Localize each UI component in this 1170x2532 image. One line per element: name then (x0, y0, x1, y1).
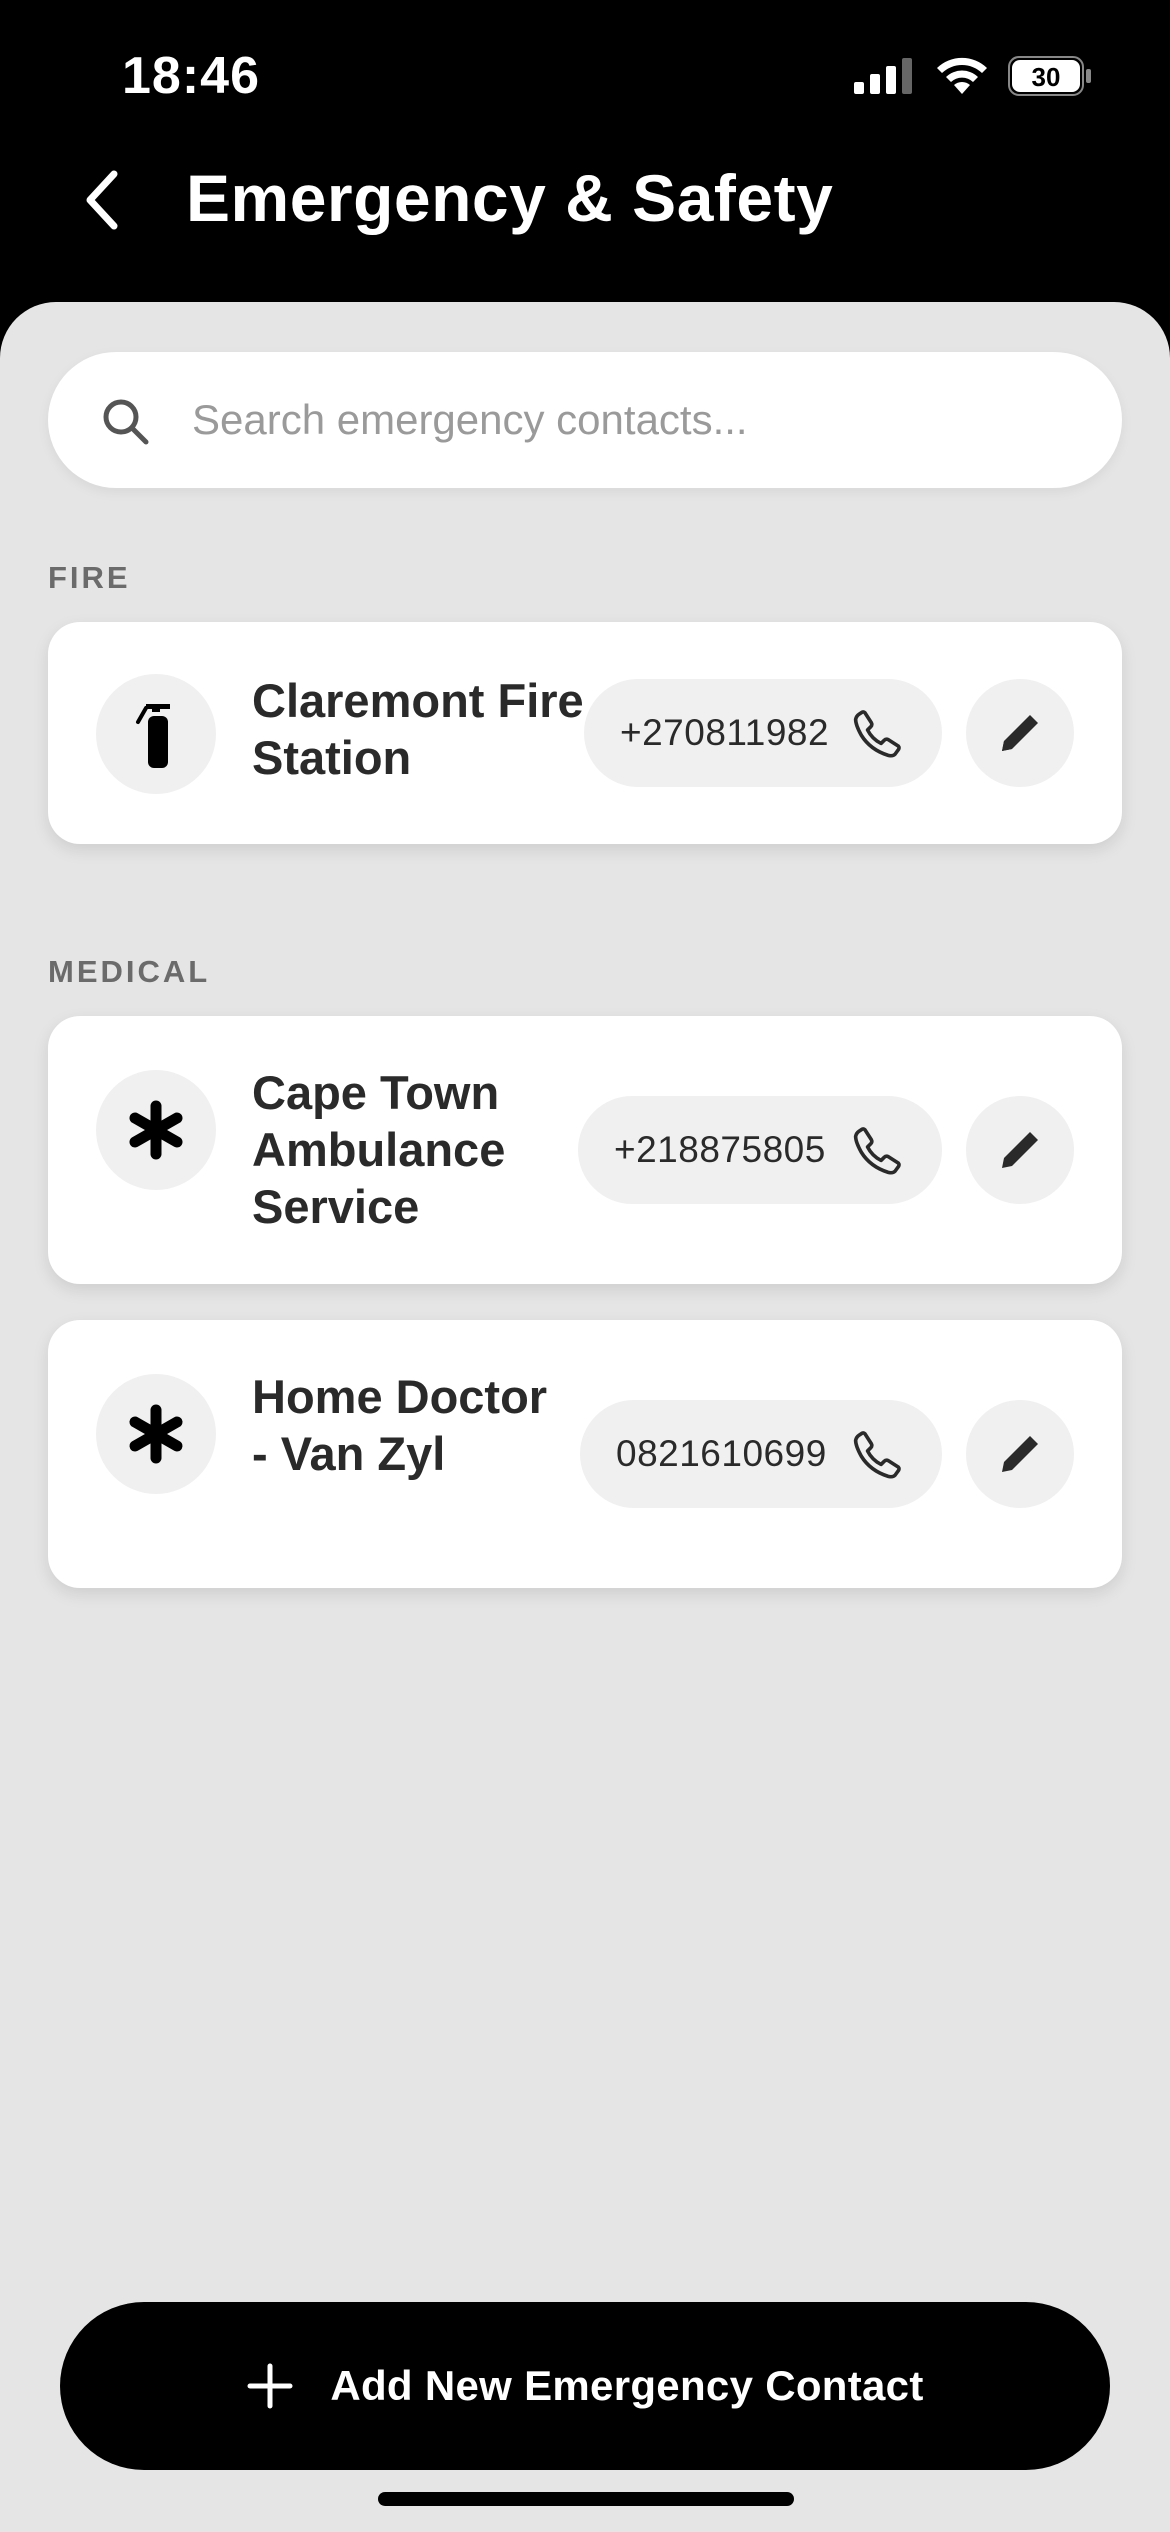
section-label-fire: FIRE (48, 560, 131, 595)
contact-icon-badge (96, 1374, 216, 1494)
contact-card[interactable]: Cape Town Ambulance Service +218875805 (48, 1016, 1122, 1284)
fire-extinguisher-icon (136, 704, 170, 768)
contact-name: Cape Town Ambulance Service (252, 1066, 506, 1233)
search-icon (103, 399, 149, 445)
edit-button[interactable] (966, 679, 1074, 787)
wifi-icon (937, 57, 987, 94)
contact-icon-badge (96, 1070, 216, 1190)
contact-card[interactable]: Home Doctor - Van Zyl 0821610699 (48, 1320, 1122, 1588)
status-time: 18:46 (122, 47, 260, 105)
cellular-signal-icon (854, 58, 912, 94)
pencil-icon (1002, 1436, 1038, 1472)
edit-button[interactable] (966, 1400, 1074, 1508)
main-content: FIRE Claremont Fire Station +270811982 M… (0, 302, 1170, 2532)
battery-level: 30 (1032, 62, 1061, 92)
contact-name: Claremont Fire Station (252, 674, 584, 784)
search-input[interactable] (192, 380, 1072, 460)
edit-button[interactable] (966, 1096, 1074, 1204)
back-button[interactable] (76, 164, 132, 236)
search-bar[interactable] (48, 352, 1122, 488)
battery-indicator: 30 (1008, 56, 1092, 96)
add-contact-label: Add New Emergency Contact (330, 2362, 924, 2409)
call-button[interactable]: 0821610699 (580, 1400, 942, 1508)
section-label-medical: MEDICAL (48, 954, 211, 989)
phone-icon (853, 1431, 901, 1479)
phone-number: +270811982 (620, 712, 830, 753)
phone-icon (853, 1127, 901, 1175)
page-title: Emergency & Safety (186, 161, 834, 235)
medical-asterisk-icon (129, 1404, 183, 1464)
battery-icon: 30 (1008, 56, 1091, 96)
plus-icon (247, 2363, 293, 2409)
contact-card[interactable]: Claremont Fire Station +270811982 (48, 622, 1122, 844)
contact-icon-badge (96, 674, 216, 794)
phone-number: +218875805 (614, 1129, 826, 1170)
pencil-icon (1002, 1132, 1038, 1168)
home-indicator (378, 2492, 794, 2506)
phone-number: 0821610699 (616, 1433, 827, 1474)
medical-asterisk-icon (129, 1100, 183, 1160)
contact-name: Home Doctor - Van Zyl (252, 1370, 548, 1480)
pencil-icon (1002, 715, 1038, 751)
add-contact-button[interactable]: Add New Emergency Contact (60, 2302, 1110, 2470)
phone-icon (853, 710, 901, 758)
call-button[interactable]: +270811982 (584, 679, 942, 787)
status-bar: 18:46 30 (0, 0, 1170, 150)
call-button[interactable]: +218875805 (578, 1096, 942, 1204)
